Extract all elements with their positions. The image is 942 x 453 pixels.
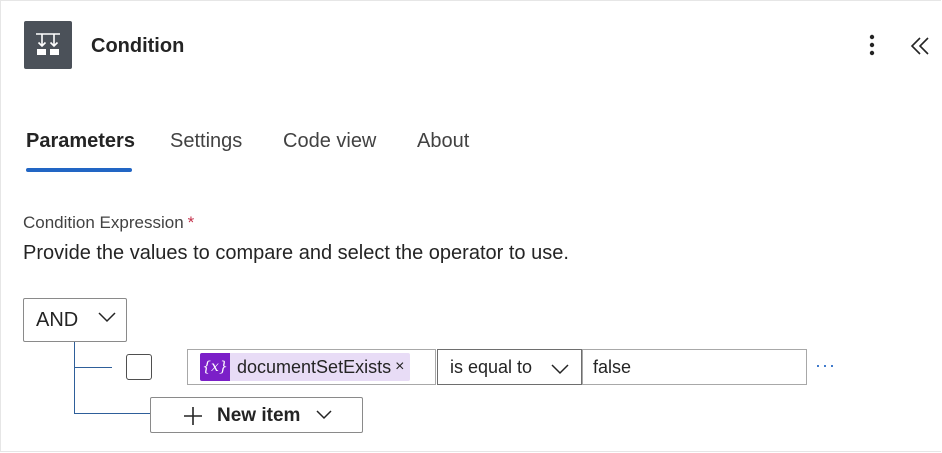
double-chevron-left-icon — [910, 37, 929, 55]
group-operator-dropdown[interactable]: AND — [23, 298, 127, 342]
more-vertical-icon — [869, 34, 875, 56]
plus-icon — [184, 407, 202, 425]
condition-split-icon — [24, 21, 72, 69]
group-operator-value: AND — [36, 308, 79, 331]
row-select-checkbox[interactable] — [126, 354, 152, 380]
required-mark: * — [187, 213, 195, 232]
remove-token-button[interactable]: × — [395, 358, 404, 376]
tree-connector-row — [74, 367, 112, 368]
tab-settings[interactable]: Settings — [170, 130, 242, 153]
condition-expression-label: Condition Expression * — [23, 213, 194, 233]
chevron-down-icon — [551, 364, 569, 375]
tree-connector-new-item — [74, 413, 152, 414]
tree-connector-vertical — [74, 342, 75, 414]
condition-description: Provide the values to compare and select… — [23, 242, 569, 264]
tab-code-view[interactable]: Code view — [283, 130, 376, 153]
chevron-down-icon — [98, 312, 116, 323]
tab-about[interactable]: About — [417, 130, 469, 153]
token-label: documentSetExists — [237, 356, 392, 377]
tab-parameters[interactable]: Parameters — [26, 130, 135, 153]
more-options-button[interactable] — [860, 31, 884, 59]
new-item-label: New item — [217, 405, 301, 426]
new-item-button[interactable]: New item — [150, 397, 363, 433]
variable-icon: {x} — [200, 353, 230, 381]
right-operand-input[interactable]: false — [582, 349, 807, 385]
left-operand-input[interactable]: {x} documentSetExists × — [187, 349, 436, 385]
active-tab-indicator — [26, 168, 132, 172]
collapse-panel-button[interactable] — [906, 32, 934, 60]
condition-expression-label-text: Condition Expression — [23, 213, 184, 232]
right-operand-value: false — [593, 356, 632, 377]
operator-value: is equal to — [450, 356, 533, 377]
operator-dropdown[interactable]: is equal to — [437, 349, 582, 385]
chevron-down-icon — [316, 410, 332, 420]
dynamic-content-token[interactable]: {x} documentSetExists × — [200, 353, 410, 381]
row-more-options-button[interactable]: ··· — [815, 355, 836, 376]
panel-title: Condition — [91, 35, 185, 57]
